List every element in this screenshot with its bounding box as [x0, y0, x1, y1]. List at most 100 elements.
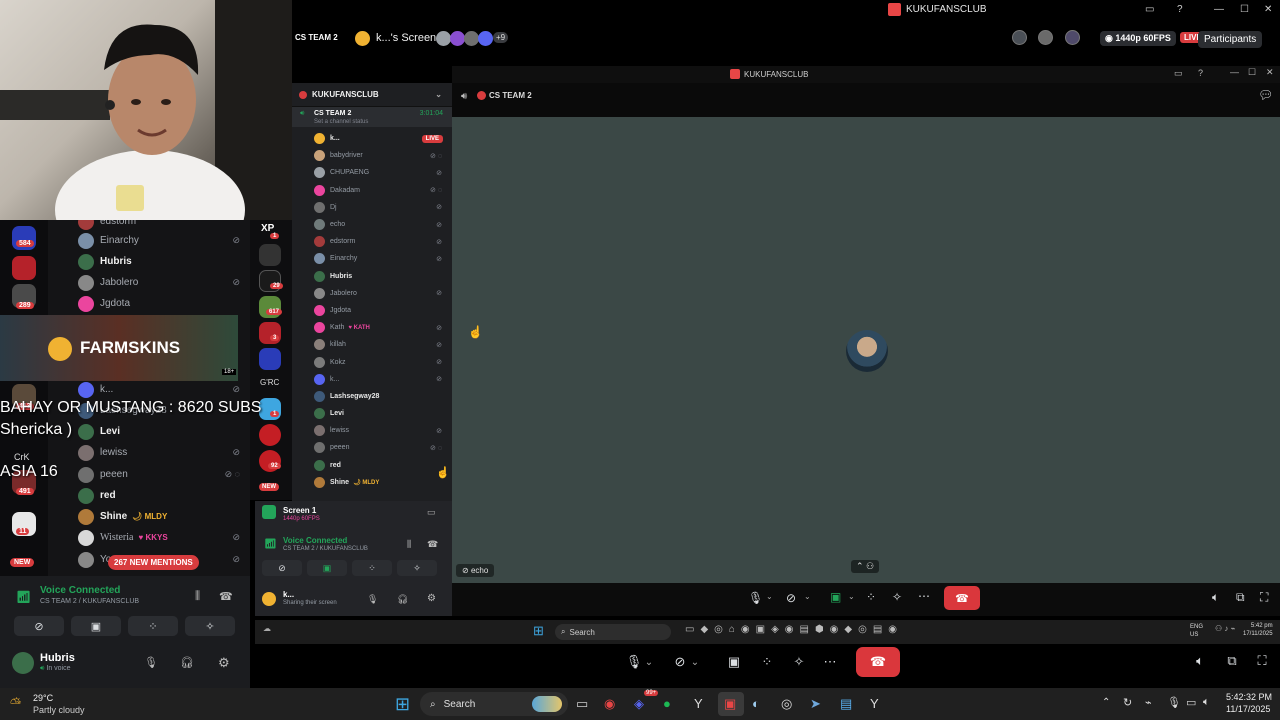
inbox-icon[interactable]: ▭ — [1174, 68, 1183, 79]
network-icon[interactable]: ⌁ — [1145, 696, 1152, 709]
app-icon[interactable]: ◎ — [781, 696, 792, 712]
voice-member[interactable]: red — [78, 485, 250, 506]
voice-member[interactable]: Lashsegway28 — [292, 388, 452, 405]
activities-button[interactable]: ⁘ — [352, 560, 392, 576]
system-clock[interactable]: 5:42:32 PM 11/17/2025 — [1226, 691, 1272, 715]
chevron-down-icon[interactable]: ⌄ — [688, 648, 702, 676]
voice-member[interactable]: red — [292, 457, 452, 474]
more-options-icon[interactable]: ⋯ — [918, 589, 930, 603]
show-hidden-icons[interactable]: ⌃ — [1102, 697, 1110, 708]
voice-member[interactable]: Jabolero ⊘ — [78, 272, 250, 293]
close-icon[interactable]: ✕ — [1266, 67, 1274, 78]
volume-icon[interactable]: 🔈︎ — [1186, 647, 1214, 675]
inner-channel-name[interactable]: CS TEAM 2 — [489, 91, 532, 100]
windows-start-icon[interactable]: ⊞ — [533, 623, 544, 639]
app-y-icon[interactable]: Y — [870, 696, 879, 711]
chrome-icon[interactable]: ◉ — [604, 696, 615, 712]
soundboard-icon[interactable]: ✧ — [785, 648, 813, 676]
call-channel-name[interactable]: CS TEAM 2 — [295, 33, 338, 42]
server-label[interactable]: CrK — [14, 452, 30, 462]
extra-participants[interactable]: +9 — [493, 32, 509, 43]
voice-member[interactable]: peeen ⊘ ◌ — [292, 439, 452, 456]
app-icon[interactable]: ➤ — [810, 696, 821, 712]
chevron-down-icon[interactable]: ⌄ — [848, 592, 855, 601]
chevron-down-icon[interactable]: ⌄ — [766, 592, 773, 601]
activities-button[interactable]: ⁘ — [128, 616, 178, 636]
server-icon[interactable] — [12, 256, 36, 280]
voice-member[interactable]: edstorm ⊘ — [292, 233, 452, 250]
fullscreen-icon[interactable]: ⛶ — [1248, 647, 1276, 675]
voice-member[interactable]: Dakadam ⊘ ◌ — [292, 182, 452, 199]
disconnect-button[interactable]: ☎︎ — [856, 647, 900, 677]
voice-member[interactable]: Jabolero ⊘ — [292, 285, 452, 302]
soundboard-button[interactable]: ✧ — [397, 560, 437, 576]
minimize-icon[interactable]: — — [1214, 4, 1224, 15]
captured-tray-icons[interactable]: ⚇ ♪ ⌁ — [1215, 624, 1235, 633]
app-y-icon[interactable]: Y — [694, 696, 703, 711]
voice-member[interactable]: Jgdota — [78, 293, 250, 314]
voice-status[interactable]: Voice Connected — [283, 536, 347, 545]
microphone-icon[interactable]: 🎙︎ — [1167, 696, 1181, 709]
activities-icon[interactable]: ⁘ — [866, 590, 876, 604]
chevron-down-icon[interactable]: ⌄ — [804, 592, 811, 601]
voice-member[interactable]: Levi — [78, 421, 250, 442]
screen-share-icon[interactable]: ▣ — [720, 648, 748, 676]
disconnect-button[interactable]: ☎︎ — [944, 586, 980, 610]
volume-icon[interactable]: 🔈︎ — [1203, 696, 1210, 709]
voice-member[interactable]: k... ⊘ — [292, 371, 452, 388]
refresh-icon[interactable]: ↻ — [1123, 696, 1132, 709]
monitor-icon[interactable]: ▭ — [1186, 696, 1196, 709]
server-label[interactable]: G'RC — [260, 378, 279, 387]
voice-member[interactable]: echo ⊘ — [292, 216, 452, 233]
voice-member[interactable]: Kokz ⊘ — [292, 353, 452, 370]
voice-member[interactable]: lewiss ⊘ — [292, 422, 452, 439]
voice-member[interactable]: Shine 🌙︎ MLDY — [78, 506, 250, 527]
server-icon[interactable] — [259, 424, 281, 446]
voice-member[interactable]: killah ⊘ — [292, 336, 452, 353]
voice-member[interactable]: k... LIVE — [292, 130, 452, 147]
captured-language[interactable]: ENG US — [1190, 623, 1203, 639]
inbox-icon[interactable]: ▭ — [1145, 4, 1154, 15]
voice-member[interactable]: CHUPAENG ⊘ — [292, 164, 452, 181]
microphone-icon[interactable]: 🎙︎ — [144, 656, 158, 669]
spotify-icon[interactable]: ● — [663, 696, 671, 711]
voice-member[interactable]: Hubris — [292, 268, 452, 285]
chevron-down-icon[interactable]: ⌄ — [642, 648, 656, 676]
maximize-icon[interactable]: ☐ — [1248, 67, 1256, 78]
voice-member[interactable]: Levi — [292, 405, 452, 422]
participants-button[interactable]: Participants — [1198, 31, 1263, 48]
stream-quality[interactable]: ◉ 1440p 60FPS — [1100, 31, 1176, 46]
microphone-icon[interactable]: 🎙︎ — [367, 594, 378, 605]
voice-member[interactable]: Einarchy ⊘ — [292, 250, 452, 267]
active-app-button[interactable]: ▣ — [718, 692, 744, 716]
noise-suppression-icon[interactable]: ⫼ — [407, 539, 411, 550]
voice-member[interactable]: babydriver ⊘ ◌ — [292, 147, 452, 164]
expand-participants-button[interactable]: ⌃ ⚇ — [851, 560, 880, 573]
task-view-icon[interactable]: ▭ — [576, 696, 588, 712]
participant-avatar-large[interactable] — [846, 330, 888, 372]
pop-out-icon[interactable]: ⧉ — [1218, 647, 1246, 675]
captured-clock[interactable]: 5:42 pm 17/11/2025 — [1243, 622, 1273, 638]
voice-member[interactable]: Jgdota — [292, 302, 452, 319]
voice-member[interactable]: Kath ♥ KATH ⊘ — [292, 319, 452, 336]
settings-gear-icon[interactable]: ⚙ — [218, 655, 230, 671]
volume-icon[interactable]: 🔈︎ — [1212, 590, 1219, 605]
voice-sub[interactable]: CS TEAM 2 / KUKUFANSCLUB — [283, 546, 368, 552]
voice-channel-row[interactable]: 🔊︎ CS TEAM 2 3:01:04 Set a channel statu… — [292, 107, 452, 127]
microphone-icon[interactable]: 🎙︎ — [748, 591, 763, 605]
soundboard-icon[interactable]: ✧ — [892, 590, 902, 604]
voice-sub[interactable]: CS TEAM 2 / KUKUFANSCLUB — [40, 598, 139, 605]
captured-search-box[interactable]: ⌕ Search — [555, 624, 671, 640]
headphones-icon[interactable]: 🎧︎ — [397, 594, 408, 605]
chat-icon[interactable]: 💬︎ — [1258, 88, 1273, 102]
voice-member[interactable]: Hubris — [78, 251, 250, 272]
voice-member[interactable]: peeen ⊘ ◌ — [78, 464, 250, 485]
help-icon[interactable]: ? — [1198, 68, 1203, 78]
stream-label[interactable]: k...'s Screen — [376, 32, 436, 44]
server-icon[interactable] — [259, 244, 281, 266]
new-mentions-pill[interactable]: 267 NEW MENTIONS — [108, 555, 199, 570]
screen-share-button[interactable]: ▣ — [71, 616, 121, 636]
voice-member[interactable]: Wisteria ♥ KKYS ⊘ — [78, 527, 250, 548]
search-box[interactable]: ⌕ Search — [420, 692, 568, 716]
chevron-down-icon[interactable]: ⌄ — [435, 90, 442, 99]
